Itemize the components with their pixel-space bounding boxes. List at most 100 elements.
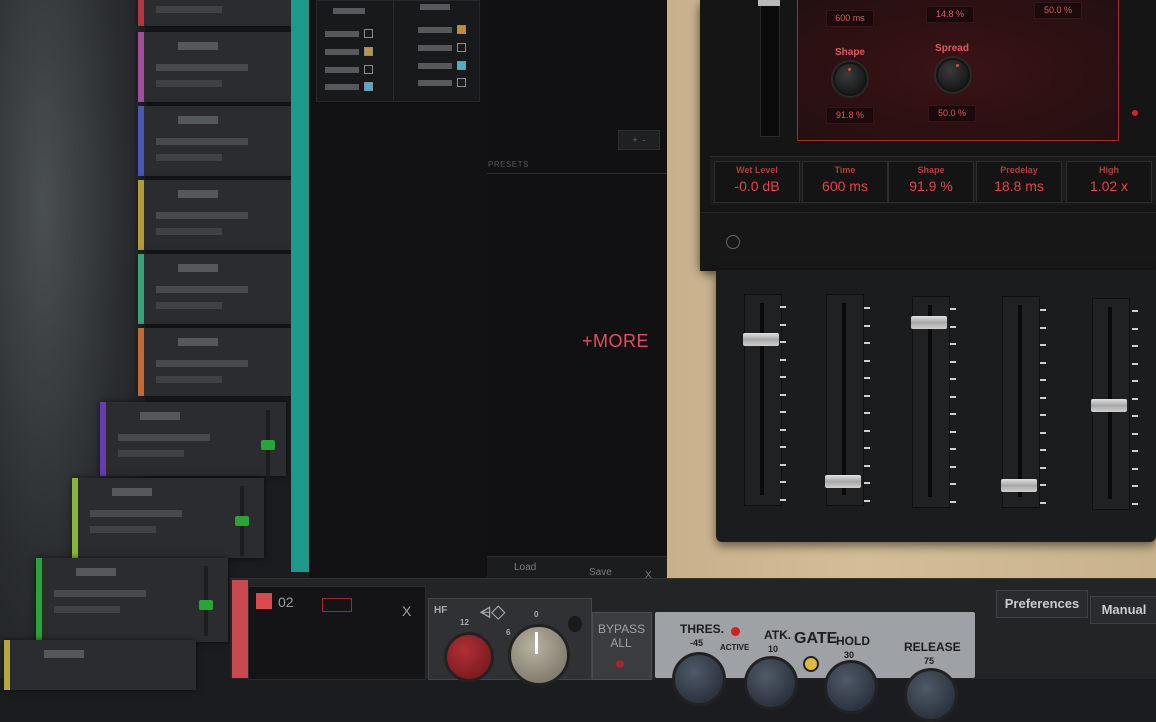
fader-cap[interactable] [1091, 398, 1127, 412]
spread-value-display: 50.0 % [928, 105, 976, 122]
fader-tick [1132, 467, 1138, 470]
fader-cap[interactable] [911, 316, 947, 330]
track-subtitle [156, 286, 248, 293]
save-button[interactable]: Save [589, 567, 612, 578]
track-item[interactable] [138, 180, 294, 250]
fader-tick [950, 500, 956, 503]
track-item[interactable] [138, 328, 294, 396]
power-icon[interactable] [726, 235, 740, 249]
track-subtitle [156, 154, 222, 161]
track-name [178, 264, 218, 272]
fader-slider[interactable] [825, 294, 864, 506]
filter-shape-icon[interactable]: ⩤◇ [480, 604, 505, 621]
attack-scale: 10 [768, 644, 779, 654]
track-item[interactable] [138, 106, 294, 176]
grid-checkbox[interactable] [364, 65, 373, 74]
fader-knob[interactable] [261, 440, 275, 450]
grid-checkbox[interactable] [457, 61, 466, 70]
fader-tick [950, 483, 956, 485]
hf-freq-knob[interactable] [508, 624, 570, 686]
track-item[interactable] [138, 0, 294, 26]
grid-row-label [325, 67, 359, 73]
fader-cap[interactable] [743, 333, 779, 347]
manual-button[interactable]: Manual [1090, 596, 1156, 624]
spread-knob-label: Spread [935, 43, 969, 54]
fader-tick [864, 429, 870, 432]
diffusion-value-display: 14.8 % [926, 6, 974, 23]
shape-knob[interactable] [833, 62, 867, 96]
track-subtitle [156, 64, 248, 71]
track-fader[interactable] [261, 410, 275, 480]
grid-checkbox[interactable] [457, 25, 466, 34]
preferences-button[interactable]: Preferences [996, 590, 1088, 618]
fader-tick [950, 378, 956, 380]
threshold-knob[interactable] [672, 652, 726, 706]
grid-checkbox[interactable] [457, 78, 466, 87]
track-item[interactable] [138, 254, 294, 324]
fader-slider[interactable] [743, 294, 782, 506]
grid-checkbox[interactable] [457, 43, 466, 52]
param-high[interactable]: High 1.02 x [1066, 161, 1152, 203]
reverb-slider-handle[interactable] [758, 0, 780, 6]
hf-gain-knob[interactable] [444, 632, 494, 682]
gate-title: GATE [794, 630, 838, 647]
small-knob[interactable] [568, 616, 582, 632]
hold-knob[interactable] [824, 660, 878, 714]
release-knob[interactable] [904, 668, 958, 722]
track-color-swatch[interactable] [256, 593, 272, 609]
track-name [178, 116, 218, 124]
fader-tick [950, 343, 956, 345]
param-shape[interactable]: Shape 91.9 % [888, 161, 974, 203]
grid-checkbox[interactable] [364, 82, 373, 91]
track-color-strip [232, 580, 248, 678]
track-item[interactable] [138, 32, 294, 102]
scale-label: 0 [534, 610, 539, 619]
param-value: 91.9 % [909, 178, 953, 194]
fader-tick [1132, 345, 1138, 347]
param-wet-level[interactable]: Wet Level -0.0 dB [714, 161, 800, 203]
fader-tick [1132, 450, 1138, 452]
fader-slider[interactable] [1001, 296, 1040, 508]
fader-knob[interactable] [235, 516, 249, 526]
spread-knob[interactable] [936, 58, 970, 92]
fader-tick [950, 395, 956, 398]
load-button[interactable]: Load [514, 562, 536, 573]
fader-slider[interactable] [911, 296, 950, 508]
fader-tick [864, 377, 870, 379]
track-fader[interactable] [199, 566, 213, 636]
fader-tick [1132, 502, 1138, 505]
record-indicator[interactable] [322, 598, 352, 612]
track-subtitle [156, 138, 248, 145]
more-link[interactable]: +MORE [582, 331, 649, 352]
track-subtitle [156, 360, 248, 367]
fader-tick [1132, 432, 1138, 435]
track-item[interactable] [72, 478, 264, 558]
fader-groove [760, 303, 764, 495]
grid-checkbox[interactable] [364, 29, 373, 38]
attack-knob[interactable] [744, 656, 798, 710]
fader-tick [780, 306, 786, 308]
fader-tick [864, 342, 870, 344]
fader-tick [780, 341, 786, 343]
track-item[interactable] [100, 402, 286, 480]
track-item[interactable] [36, 558, 228, 642]
track-name [178, 42, 218, 50]
time-value-display: 600 ms [826, 10, 874, 27]
track-subtitle [54, 590, 146, 597]
reverb-slider-slot[interactable] [760, 0, 780, 137]
close-track-button[interactable]: X [402, 603, 411, 619]
track-item[interactable] [4, 640, 196, 690]
fader-tick [1040, 379, 1046, 381]
fader-tick [950, 465, 956, 468]
preset-nav-buttons[interactable]: + - [618, 130, 660, 150]
fader-cap[interactable] [825, 475, 861, 489]
release-scale: 75 [924, 656, 935, 666]
fader-knob[interactable] [199, 600, 213, 610]
fader-slider[interactable] [1091, 298, 1130, 510]
param-predelay[interactable]: Predelay 18.8 ms [976, 161, 1062, 203]
param-time[interactable]: Time 600 ms [802, 161, 888, 203]
track-fader[interactable] [235, 486, 249, 556]
fader-cap[interactable] [1001, 479, 1037, 493]
grid-checkbox[interactable] [364, 47, 373, 56]
track-name [140, 412, 180, 420]
